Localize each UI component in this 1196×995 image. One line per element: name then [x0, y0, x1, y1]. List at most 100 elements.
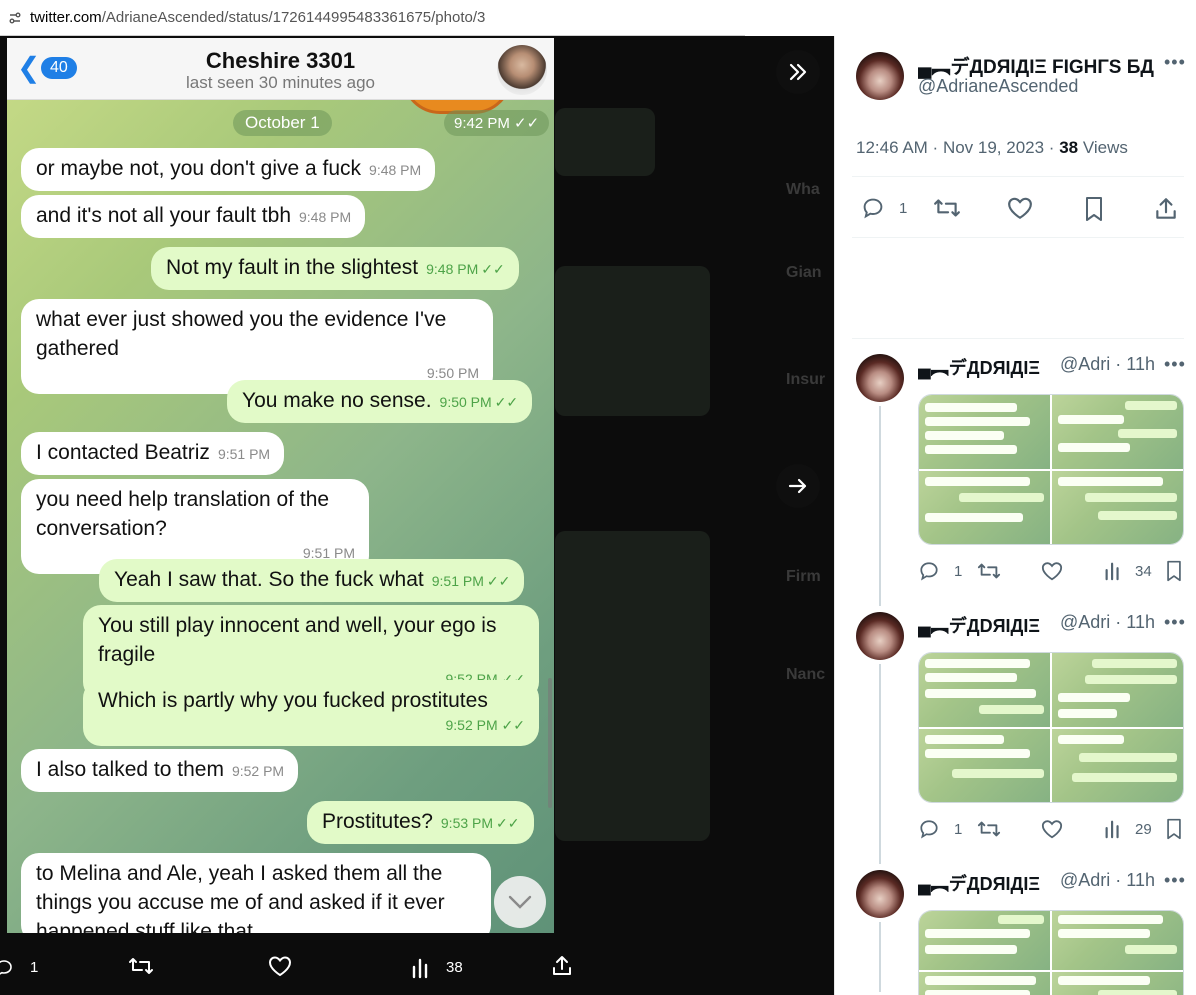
author-avatar[interactable]	[856, 52, 904, 100]
author-handle[interactable]: @AdrianeAscended	[918, 76, 1078, 97]
reply-media-grid[interactable]	[918, 394, 1184, 545]
media-thumbnail[interactable]	[919, 728, 1050, 802]
tweet-time[interactable]: 12:46 AM	[856, 138, 928, 157]
chat-last-seen: last seen 30 minutes ago	[185, 73, 375, 92]
reply-avatar[interactable]	[856, 354, 904, 402]
tweet-date[interactable]: Nov 19, 2023	[943, 138, 1044, 157]
next-photo-button[interactable]	[776, 464, 820, 508]
retweet-button[interactable]	[977, 560, 1001, 582]
heart-icon	[1041, 562, 1063, 581]
views-button[interactable]: 38	[410, 957, 463, 979]
tweet-sidebar: ▄︻デДDЯIДIΞ FIGHΓS БД @AdrianeAscended ••…	[834, 36, 1196, 995]
message-outgoing: Prostitutes? 9:53 PM ✓✓	[307, 801, 534, 844]
media-thumbnail[interactable]	[919, 653, 1050, 727]
message-time: 9:48 PM	[369, 162, 422, 178]
scroll-to-bottom-button[interactable]	[494, 876, 546, 928]
retweet-button[interactable]	[977, 818, 1001, 840]
reply-count: 1	[954, 562, 963, 580]
reply-handle-time[interactable]: @Adri · 11h	[1060, 870, 1155, 891]
reply-button[interactable]: 1	[918, 560, 962, 582]
collapse-sidebar-button[interactable]	[776, 50, 820, 94]
address-bar[interactable]: twitter.com/AdrianeAscended/status/17261…	[0, 0, 745, 36]
contact-avatar[interactable]	[497, 45, 547, 95]
bookmark-button[interactable]	[1165, 560, 1183, 582]
author-display-name[interactable]: ▄︻デДDЯIДIΞ FIGHΓS БД	[918, 52, 1154, 79]
media-thumbnail[interactable]	[919, 911, 1050, 970]
message-time: 9:52 PM ✓✓	[445, 717, 526, 733]
more-options-icon[interactable]: •••	[1164, 52, 1186, 73]
media-thumbnail[interactable]	[1052, 971, 1183, 995]
reply-count: 1	[954, 820, 963, 838]
reply-avatar[interactable]	[856, 870, 904, 918]
message-text: what ever just showed you the evidence I…	[36, 308, 447, 360]
reply-count: 1	[899, 199, 908, 217]
share-button[interactable]	[1153, 196, 1179, 222]
bookmark-button[interactable]	[1165, 818, 1183, 840]
like-button[interactable]	[1041, 560, 1063, 582]
like-button[interactable]	[1041, 818, 1063, 840]
retweet-button[interactable]	[933, 196, 961, 220]
reply-author-name[interactable]: ▄︻デДDЯIДIΞ	[918, 354, 1040, 380]
message-time: 9:42 PM ✓✓	[444, 110, 550, 136]
views-button[interactable]: 29	[1103, 818, 1152, 840]
media-thumbnail[interactable]	[1052, 653, 1183, 727]
reply-count: 1	[30, 959, 39, 976]
media-thumbnail[interactable]	[919, 395, 1050, 469]
media-thumbnail[interactable]	[1052, 911, 1183, 970]
divider	[852, 338, 1184, 339]
bookmark-icon	[1167, 560, 1181, 582]
reply-handle-time[interactable]: @Adri · 11h	[1060, 354, 1155, 375]
like-button[interactable]	[1007, 196, 1033, 220]
message-time-text: 9:42 PM	[454, 115, 510, 132]
message-text: you need help translation of the convers…	[36, 488, 330, 540]
message-text: Yeah I saw that. So the fuck what	[114, 568, 424, 591]
background-heading: Nanc	[786, 666, 826, 683]
reply-button[interactable]: 1	[918, 818, 962, 840]
retweet-icon	[129, 957, 153, 974]
message-incoming: I also talked to them 9:52 PM	[21, 749, 299, 792]
reply-author-name[interactable]: ▄︻デДDЯIДIΞ	[918, 612, 1040, 638]
read-check-icon: ✓✓	[486, 573, 511, 589]
retweet-icon	[934, 199, 960, 217]
views-button[interactable]: 34	[1103, 560, 1152, 582]
reply-avatar[interactable]	[856, 612, 904, 660]
background-heading: Firm	[786, 568, 821, 585]
reply-icon	[863, 198, 883, 219]
read-check-icon: ✓✓	[494, 394, 519, 410]
more-options-icon[interactable]: •••	[1164, 612, 1186, 633]
bar-chart-icon	[1105, 562, 1119, 581]
reply-media-grid[interactable]	[918, 910, 1184, 995]
site-settings-icon[interactable]	[8, 11, 22, 25]
media-thumbnail[interactable]	[1052, 728, 1183, 802]
message-text: and it's not all your fault tbh	[36, 204, 291, 227]
message-outgoing: You make no sense. 9:50 PM ✓✓	[227, 380, 533, 423]
media-thumbnail[interactable]	[919, 971, 1050, 995]
retweet-button[interactable]	[128, 955, 154, 981]
media-thumbnail[interactable]	[1052, 395, 1183, 469]
divider	[852, 237, 1184, 238]
url-path: /AdrianeAscended/status/1726144995483361…	[101, 9, 486, 26]
reply-handle-time[interactable]: @Adri · 11h	[1060, 612, 1155, 633]
more-options-icon[interactable]: •••	[1164, 354, 1186, 375]
message-time: 9:51 PM	[217, 446, 271, 462]
divider	[852, 176, 1184, 177]
reply-button[interactable]: 1	[861, 196, 907, 220]
retweet-icon	[977, 563, 1001, 579]
reply-button[interactable]: 1	[0, 958, 38, 978]
like-button[interactable]	[268, 955, 292, 981]
reply-media-grid[interactable]	[918, 652, 1184, 803]
media-thumbnail[interactable]	[919, 470, 1050, 544]
url-domain: twitter.com	[30, 9, 102, 26]
media-thumbnail[interactable]	[1052, 470, 1183, 544]
date-separator: October 1	[233, 110, 332, 136]
message-text: Prostitutes?	[322, 810, 433, 833]
more-options-icon[interactable]: •••	[1164, 870, 1186, 891]
bar-chart-icon	[412, 958, 428, 978]
share-button[interactable]	[550, 954, 574, 982]
reply-author-name[interactable]: ▄︻デДDЯIДIΞ	[918, 870, 1040, 896]
chat-scrollbar[interactable]	[548, 678, 552, 808]
reply-icon	[0, 959, 12, 975]
bookmark-button[interactable]	[1084, 196, 1104, 222]
message-time-text: 9:52 PM	[445, 717, 498, 733]
message-text: Which is partly why you fucked prostitut…	[98, 689, 488, 712]
